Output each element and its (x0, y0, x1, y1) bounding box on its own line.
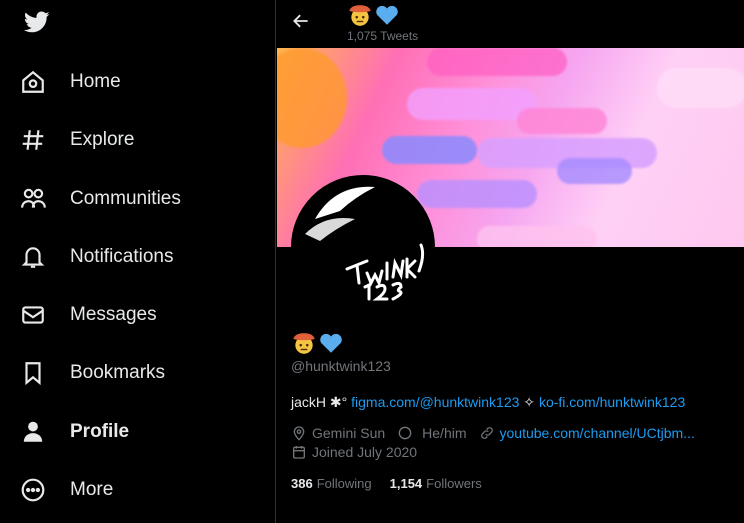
header-display-name (347, 2, 400, 28)
sidebar-item-notifications[interactable]: Notifications (20, 237, 174, 277)
sidebar-item-explore[interactable]: Explore (20, 120, 134, 160)
hashtag-icon (20, 125, 54, 155)
website-link[interactable]: youtube.com/channel/UCtjbm... (500, 425, 695, 441)
display-name (291, 330, 344, 356)
back-arrow-icon[interactable] (291, 11, 315, 35)
website-item: youtube.com/channel/UCtjbm... (479, 425, 695, 441)
sidebar-item-profile[interactable]: Profile (20, 412, 129, 452)
location-text: Gemini Sun (312, 425, 386, 441)
sidebar-item-label: Home (70, 71, 121, 92)
profile-main: 1,075 Tweets @hunktwink123 jackH ✱° figm… (277, 0, 744, 523)
bio-text: jackH ✱° (291, 394, 352, 410)
home-icon (20, 67, 54, 97)
bio-link-kofi[interactable]: ko-fi.com/hunktwink123 (539, 394, 685, 410)
bell-icon (20, 242, 54, 272)
bookmark-icon (20, 358, 54, 388)
profile-meta: Gemini Sun He/him youtube.com/channel/UC… (291, 425, 695, 441)
sidebar-item-label: Messages (70, 304, 157, 325)
pronouns-text: He/him (422, 425, 467, 441)
sidebar-item-label: Bookmarks (70, 362, 166, 383)
sidebar-item-more[interactable]: More (20, 470, 113, 510)
location-pin-icon (293, 426, 305, 441)
sidebar-item-label: Notifications (70, 246, 174, 267)
circle-icon (398, 426, 412, 440)
following-link[interactable]: 386 Following (291, 476, 372, 491)
joined-text: Joined July 2020 (312, 444, 418, 460)
sidebar-item-label: Explore (70, 129, 135, 150)
sidebar-item-label: Profile (70, 421, 130, 442)
follow-stats: 386 Following 1,154 Followers (291, 476, 482, 491)
blue-heart-icon (376, 5, 398, 25)
followers-label: Followers (426, 476, 482, 491)
more-circle-icon (20, 475, 54, 505)
location-item: Gemini Sun (291, 425, 385, 441)
link-icon (480, 427, 493, 439)
sidebar-item-label: Communities (70, 188, 181, 209)
cowboy-emoji-icon (293, 333, 315, 354)
bio-link-figma[interactable]: figma.com/@hunktwink123 (351, 394, 519, 410)
profile-bio: jackH ✱° figma.com/@hunktwink123 ✧ ko-fi… (291, 394, 685, 411)
profile-handle: @hunktwink123 (291, 358, 391, 374)
bio-separator: ✧ (519, 394, 539, 410)
person-icon (20, 417, 54, 447)
calendar-icon (293, 446, 305, 459)
cowboy-emoji-icon (349, 5, 371, 26)
tweet-count: 1,075 Tweets (347, 29, 419, 43)
avatar-artwork-icon (305, 186, 425, 301)
followers-link[interactable]: 1,154 Followers (390, 476, 482, 491)
pronouns-item: He/him (397, 425, 467, 441)
sidebar-item-bookmarks[interactable]: Bookmarks (20, 353, 165, 393)
sidebar-item-label: More (70, 479, 114, 500)
sidebar: Home Explore Communities Notifications M… (0, 0, 276, 523)
sidebar-item-messages[interactable]: Messages (20, 295, 157, 335)
envelope-icon (20, 300, 54, 330)
profile-header: 1,075 Tweets (277, 0, 744, 48)
sidebar-item-home[interactable]: Home (20, 62, 121, 102)
sidebar-item-communities[interactable]: Communities (20, 179, 181, 219)
joined-item: Joined July 2020 (291, 444, 417, 460)
following-count: 386 (291, 476, 313, 491)
avatar[interactable] (291, 175, 435, 319)
following-label: Following (316, 476, 372, 491)
communities-icon (20, 184, 54, 214)
twitter-logo-icon[interactable] (22, 9, 56, 39)
followers-count: 1,154 (389, 476, 423, 491)
blue-heart-icon (320, 333, 342, 353)
